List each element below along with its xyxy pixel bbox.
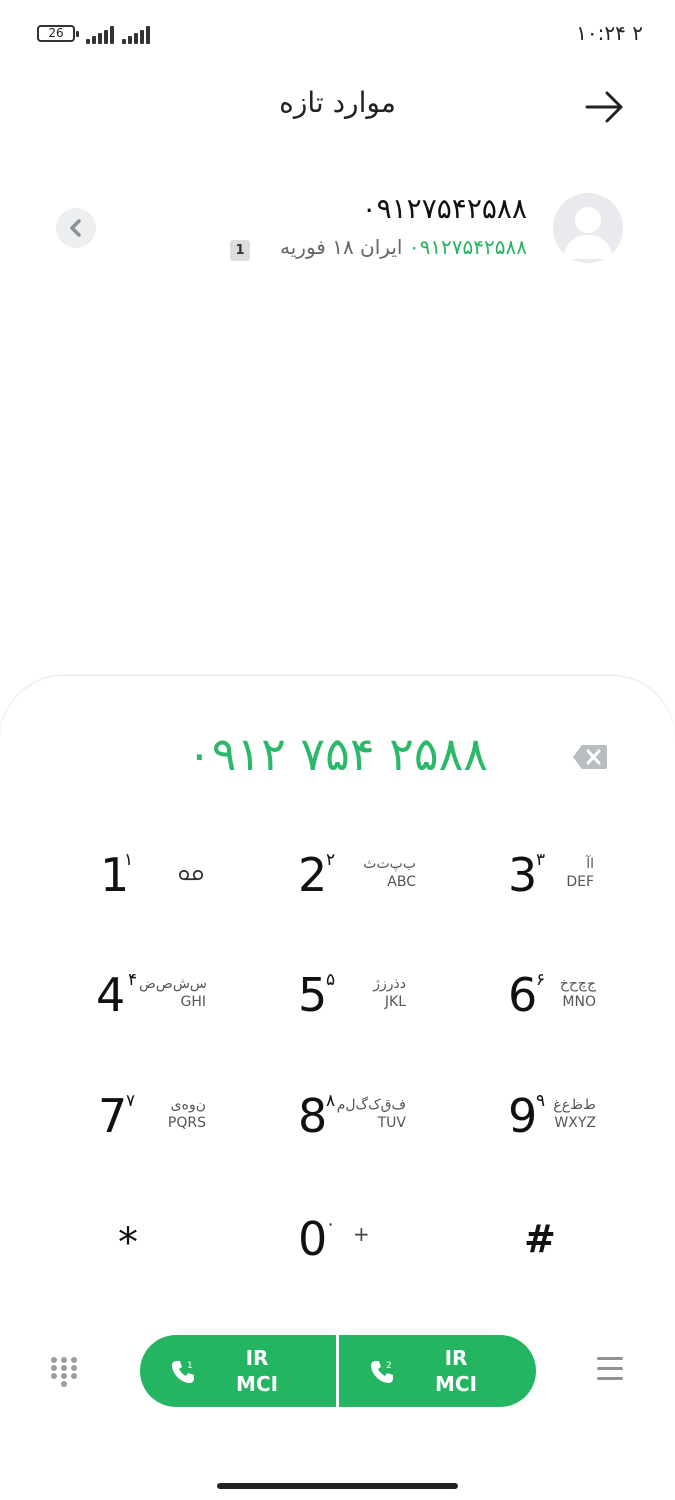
key-persian-digit: ۳ — [536, 850, 546, 870]
key-digit: 6 — [508, 968, 538, 1022]
key-persian-letters: دذرزژ — [373, 976, 406, 992]
chevron-left-icon — [70, 219, 81, 237]
key-persian-letters: س‌ش‌ص‌ض — [138, 976, 207, 992]
key-latin-letters: WXYZ — [554, 1115, 596, 1131]
dialer-screen: 26 ۲ ۱۰:۲۴ موارد تازه ۰۹۱۲۷۵۴۲۵۸۸ ۰۹۱۲۷۵… — [0, 0, 675, 1500]
carrier-line2: MCI — [434, 1372, 478, 1396]
call-button-group: 1 IR MCI 2 IR MCI — [140, 1335, 536, 1407]
key-digit: 3 — [508, 848, 538, 902]
key-persian-digit: ۶ — [536, 970, 546, 990]
key-latin-letters: ABC — [387, 874, 416, 890]
avatar[interactable] — [553, 193, 623, 263]
recent-call-number-secondary: ۰۹۱۲۷۵۴۲۵۸۸ — [408, 235, 527, 259]
status-bar: 26 ۲ ۱۰:۲۴ — [0, 0, 675, 66]
key-persian-letters: ط‌ظ‌ع‌غ — [553, 1097, 596, 1113]
person-icon — [563, 207, 613, 259]
key-persian-digit: ۸ — [326, 1091, 336, 1111]
phone-sim2-icon: 2 — [371, 1361, 393, 1383]
key-digit: 4 — [96, 968, 126, 1022]
key-latin-letters: MNO — [562, 994, 596, 1010]
key-digit: 0 — [298, 1212, 328, 1266]
carrier-line1: IR — [245, 1346, 269, 1370]
sim-number: 1 — [187, 1361, 193, 1371]
key-persian-letters: اآ — [586, 856, 594, 872]
key-7[interactable]: 7 ۷ ن‌و‌ه‌ی PQRS — [80, 1081, 250, 1181]
status-clock: ۲ ۱۰:۲۴ — [576, 21, 643, 45]
key-persian-letters: ج‌چ‌ح‌خ — [559, 976, 596, 992]
key-0[interactable]: 0 ۰ + — [280, 1200, 450, 1300]
key-latin-letters: PQRS — [167, 1115, 206, 1131]
battery-level: 26 — [48, 26, 64, 40]
key-persian-letters: ن‌و‌ه‌ی — [170, 1097, 206, 1113]
sim-number: 2 — [386, 1361, 392, 1371]
key-star[interactable]: * — [80, 1200, 250, 1300]
carrier-line1: IR — [444, 1346, 468, 1370]
key-persian-digit: ۲ — [326, 850, 336, 870]
call-sim2-label: IR MCI — [421, 1345, 491, 1397]
menu-icon[interactable] — [597, 1356, 623, 1382]
key-9[interactable]: 9 ۹ ط‌ظ‌ع‌غ WXYZ — [490, 1081, 660, 1181]
call-sim1-label: IR MCI — [222, 1345, 292, 1397]
key-4[interactable]: 4 ۴ س‌ش‌ص‌ض GHI — [80, 960, 250, 1060]
home-indicator[interactable] — [217, 1483, 458, 1489]
key-digit: 7 — [98, 1089, 128, 1143]
key-persian-digit: ۱ — [124, 850, 134, 870]
arrow-right-icon[interactable] — [583, 87, 627, 127]
keypad-grid-icon[interactable] — [50, 1356, 78, 1388]
key-digit: * — [118, 1220, 138, 1266]
key-5[interactable]: 5 ۵ دذرزژ JKL — [280, 960, 450, 1060]
key-6[interactable]: 6 ۶ ج‌چ‌ح‌خ MNO — [490, 960, 660, 1060]
key-3[interactable]: 3 ۳ اآ DEF — [490, 840, 660, 940]
key-latin-letters: GHI — [180, 994, 206, 1010]
call-sim2-button[interactable]: 2 IR MCI — [339, 1335, 535, 1407]
key-latin-letters: DEF — [566, 874, 594, 890]
recent-call-meta: ایران ۱۸ فوریه — [280, 235, 403, 259]
battery-icon: 26 — [37, 25, 79, 42]
key-digit: 9 — [508, 1089, 538, 1143]
voicemail-icon — [178, 869, 204, 881]
key-persian-digit: ۹ — [536, 1091, 546, 1111]
call-sim1-button[interactable]: 1 IR MCI — [140, 1335, 336, 1407]
key-digit: # — [524, 1217, 556, 1261]
expand-button[interactable] — [56, 208, 96, 248]
key-persian-letters: ب‌پ‌ت‌ث — [363, 856, 416, 872]
key-digit: 8 — [298, 1089, 328, 1143]
phone-sim1-icon: 1 — [172, 1361, 194, 1383]
key-1[interactable]: 1 ۱ — [80, 840, 250, 940]
key-hash[interactable]: # — [490, 1200, 660, 1300]
backspace-icon — [573, 745, 607, 769]
sim-badge: 1 — [230, 240, 250, 261]
key-latin-letters: TUV — [377, 1115, 406, 1131]
page-title: موارد تازه — [279, 86, 396, 119]
key-8[interactable]: 8 ۸ ف‌ق‌ک‌گ‌ل‌م TUV — [280, 1081, 450, 1181]
key-persian-digit: ۴ — [128, 970, 138, 990]
recent-call-number[interactable]: ۰۹۱۲۷۵۴۲۵۸۸ — [362, 192, 527, 225]
recent-call-detail: ۰۹۱۲۷۵۴۲۵۸۸ ایران ۱۸ فوریه — [280, 235, 527, 259]
key-persian-digit: ۵ — [326, 970, 336, 990]
signal-sim1-icon — [86, 24, 118, 44]
key-digit: 2 — [298, 848, 328, 902]
carrier-line2: MCI — [235, 1372, 279, 1396]
key-2[interactable]: 2 ۲ ب‌پ‌ت‌ث ABC — [280, 840, 450, 940]
key-latin-letters: JKL — [384, 994, 406, 1010]
signal-sim2-icon — [122, 24, 154, 44]
key-persian-digit: ۰ — [326, 1214, 336, 1234]
key-plus: + — [353, 1222, 370, 1246]
key-digit: 5 — [298, 968, 328, 1022]
backspace-button[interactable] — [572, 744, 608, 770]
key-persian-digit: ۷ — [126, 1091, 136, 1111]
key-persian-letters: ف‌ق‌ک‌گ‌ل‌م — [336, 1097, 406, 1113]
